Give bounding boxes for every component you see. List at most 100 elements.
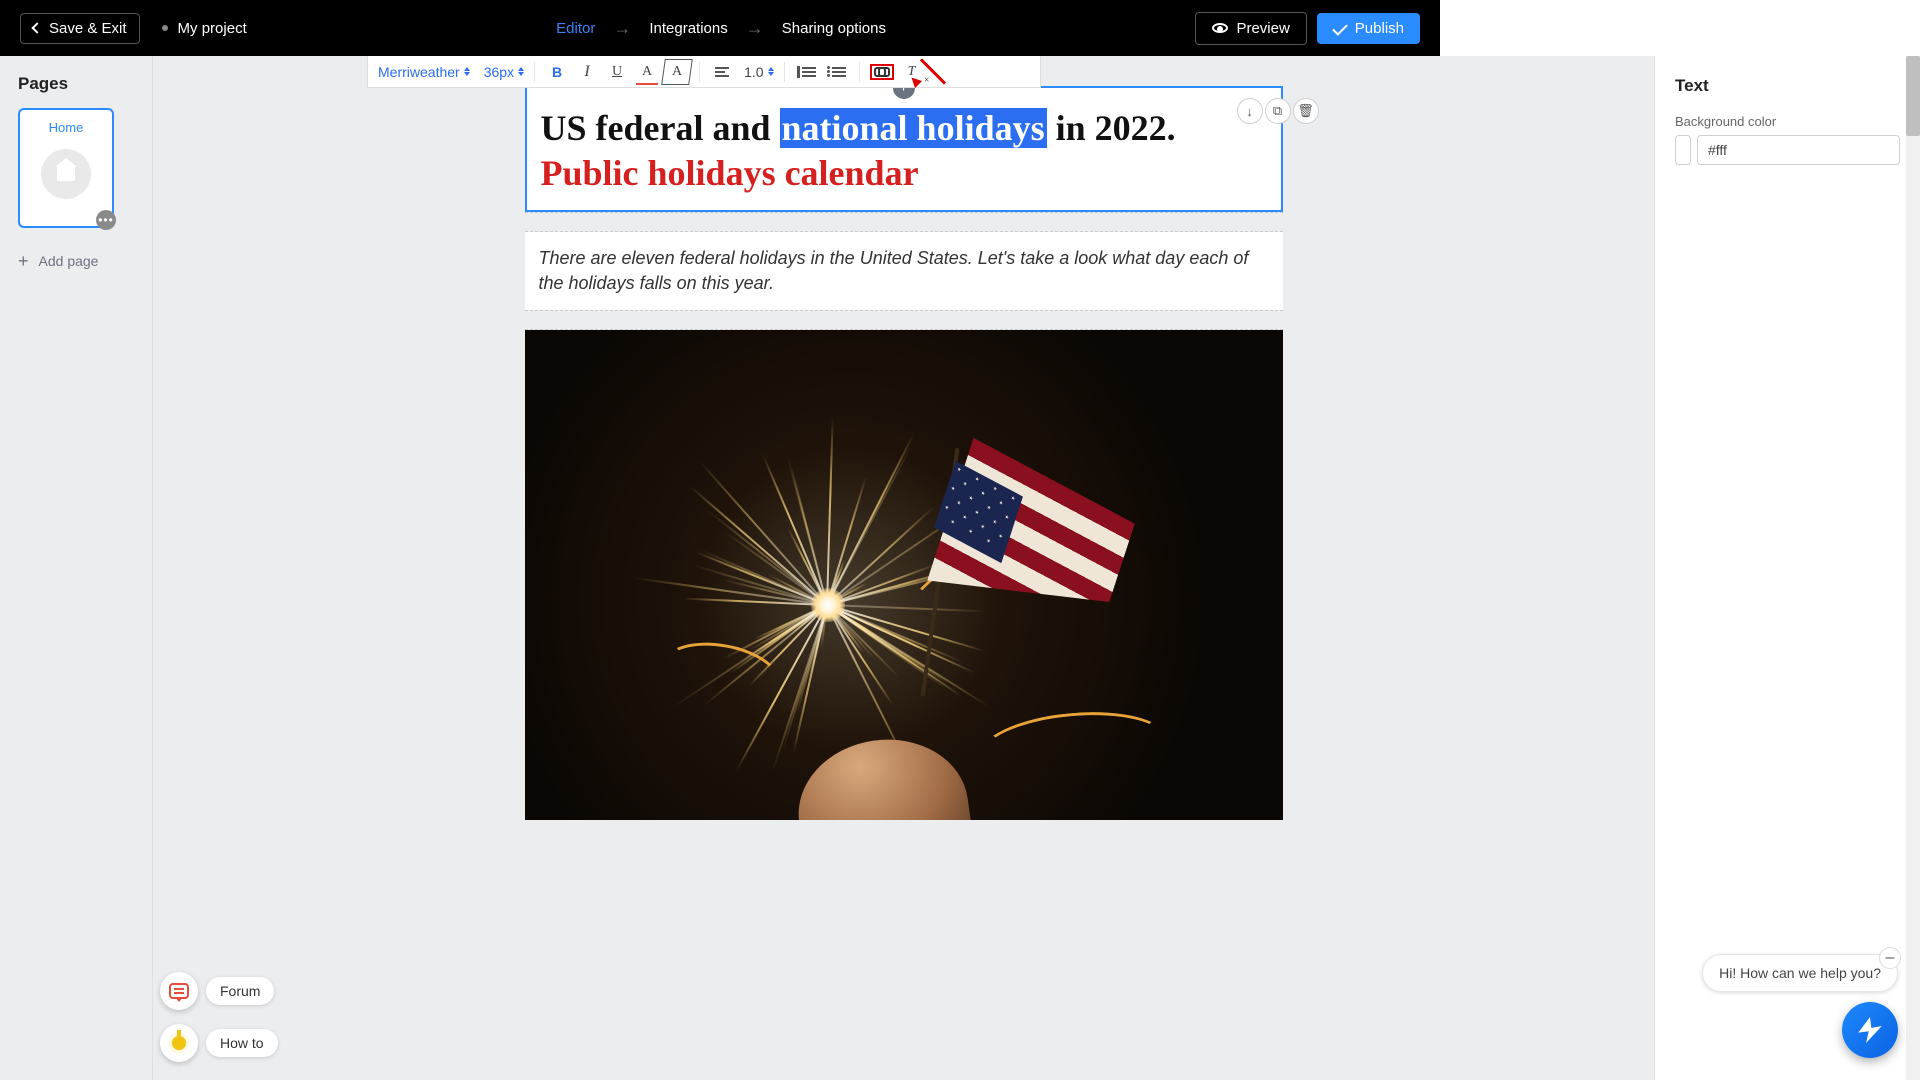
font-size-select[interactable]: 36px bbox=[484, 64, 524, 80]
sparkler-core bbox=[811, 588, 845, 622]
ordered-list-icon bbox=[798, 67, 816, 77]
publish-button[interactable]: Publish bbox=[1317, 13, 1420, 44]
save-exit-button[interactable]: Save & Exit bbox=[20, 13, 140, 44]
messenger-text: Hi! How can we help you? bbox=[1719, 965, 1881, 981]
project-name[interactable]: My project bbox=[162, 20, 247, 37]
link-button[interactable] bbox=[870, 64, 894, 80]
ordered-list-button[interactable] bbox=[795, 60, 819, 84]
caret-icon bbox=[768, 67, 774, 76]
add-page-button[interactable]: + Add page bbox=[18, 252, 134, 270]
check-icon bbox=[1332, 20, 1348, 36]
unsaved-dot-icon bbox=[162, 25, 168, 31]
bold-button[interactable]: B bbox=[545, 60, 569, 84]
link-icon bbox=[874, 67, 890, 77]
heading-block[interactable]: + ↓ ⧉ 🗑 US federal and national holidays… bbox=[525, 86, 1283, 212]
flag-graphic bbox=[941, 477, 1131, 662]
bgcolor-input[interactable] bbox=[1697, 135, 1900, 165]
chat-icon bbox=[169, 983, 189, 999]
preview-button[interactable]: Preview bbox=[1195, 12, 1306, 45]
nav-sharing[interactable]: Sharing options bbox=[782, 20, 886, 37]
messenger-widget: Hi! How can we help you? – bbox=[1702, 954, 1898, 1058]
h1-selected: national holidays bbox=[780, 108, 1047, 148]
pages-title: Pages bbox=[18, 74, 134, 94]
font-family-select[interactable]: Merriweather bbox=[378, 64, 470, 80]
vertical-scrollbar[interactable] bbox=[1906, 56, 1920, 1080]
bgcolor-swatch[interactable] bbox=[1675, 135, 1691, 165]
nav-arrow-icon: → bbox=[613, 18, 631, 39]
save-exit-label: Save & Exit bbox=[49, 20, 127, 37]
messenger-icon bbox=[1857, 1017, 1883, 1043]
intro-text: There are eleven federal holidays in the… bbox=[539, 248, 1249, 293]
bgcolor-row bbox=[1675, 135, 1900, 165]
toolbar-separator bbox=[784, 62, 785, 82]
font-size-value: 36px bbox=[484, 64, 514, 80]
chevron-left-icon bbox=[31, 22, 42, 33]
toolbar-separator bbox=[859, 62, 860, 82]
font-family-value: Merriweather bbox=[378, 64, 460, 80]
publish-label: Publish bbox=[1355, 20, 1404, 37]
text-color-button[interactable]: A bbox=[635, 60, 659, 84]
top-nav: Editor → Integrations → Sharing options bbox=[247, 18, 1196, 39]
lightbulb-icon bbox=[172, 1036, 186, 1050]
properties-title: Text bbox=[1675, 76, 1900, 96]
text-toolbar: Merriweather 36px B I U A A 1.0 T bbox=[367, 56, 1041, 88]
block-actions: ↓ ⧉ 🗑 bbox=[1237, 98, 1319, 124]
messenger-greeting[interactable]: Hi! How can we help you? – bbox=[1702, 954, 1898, 992]
howto-icon-wrap bbox=[160, 1024, 198, 1062]
italic-button[interactable]: I bbox=[575, 60, 599, 84]
pages-sidebar: Pages Home ••• + Add page bbox=[0, 56, 153, 1080]
canvas-content: + ↓ ⧉ 🗑 US federal and national holidays… bbox=[525, 86, 1283, 1080]
preview-label: Preview bbox=[1236, 20, 1289, 37]
align-left-icon bbox=[715, 67, 729, 77]
h1-post: in 2022. bbox=[1047, 108, 1176, 148]
eye-icon bbox=[1212, 23, 1228, 33]
properties-panel: Text Background color bbox=[1654, 56, 1920, 1080]
line-height-value: 1.0 bbox=[744, 64, 763, 80]
heading-text[interactable]: US federal and national holidays in 2022… bbox=[541, 106, 1267, 196]
caret-icon bbox=[518, 67, 524, 76]
block-gap[interactable] bbox=[525, 310, 1283, 330]
unordered-list-button[interactable] bbox=[825, 60, 849, 84]
forum-label: Forum bbox=[206, 977, 274, 1005]
page-thumbnail-home[interactable]: Home ••• bbox=[18, 108, 114, 228]
plus-icon: + bbox=[18, 252, 29, 270]
clear-format-button[interactable]: T bbox=[900, 60, 924, 84]
editor-canvas: + ↓ ⧉ 🗑 US federal and national holidays… bbox=[153, 56, 1654, 1080]
project-name-label: My project bbox=[178, 20, 247, 37]
nav-editor[interactable]: Editor bbox=[556, 20, 595, 37]
messenger-minimize-button[interactable]: – bbox=[1879, 947, 1901, 969]
forum-chip[interactable]: Forum bbox=[160, 972, 278, 1010]
top-bar: Save & Exit My project Editor → Integrat… bbox=[0, 0, 1440, 56]
forum-icon-wrap bbox=[160, 972, 198, 1010]
scrollbar-thumb[interactable] bbox=[1906, 56, 1920, 136]
h1-pre: US federal and bbox=[541, 108, 780, 148]
bgcolor-label: Background color bbox=[1675, 114, 1900, 129]
nav-arrow-icon: → bbox=[746, 18, 764, 39]
add-page-label: Add page bbox=[39, 253, 99, 269]
nav-integrations[interactable]: Integrations bbox=[649, 20, 727, 37]
line-height-select[interactable]: 1.0 bbox=[744, 64, 773, 80]
unordered-list-icon bbox=[828, 67, 846, 77]
toolbar-separator bbox=[699, 62, 700, 82]
howto-chip[interactable]: How to bbox=[160, 1024, 278, 1062]
page-thumb-label: Home bbox=[20, 120, 112, 135]
h1-line2: Public holidays calendar bbox=[541, 153, 919, 193]
caret-icon bbox=[464, 67, 470, 76]
intro-block[interactable]: There are eleven federal holidays in the… bbox=[525, 232, 1283, 310]
underline-button[interactable]: U bbox=[605, 60, 629, 84]
help-chips: Forum How to bbox=[160, 972, 278, 1062]
move-block-down-button[interactable]: ↓ bbox=[1237, 98, 1263, 124]
howto-label: How to bbox=[206, 1029, 278, 1057]
home-thumb-icon bbox=[41, 149, 91, 199]
delete-block-button[interactable]: 🗑 bbox=[1293, 98, 1319, 124]
duplicate-block-button[interactable]: ⧉ bbox=[1265, 98, 1291, 124]
image-block[interactable] bbox=[525, 330, 1283, 820]
toolbar-separator bbox=[534, 62, 535, 82]
text-highlight-button[interactable]: A bbox=[665, 60, 689, 84]
page-options-button[interactable]: ••• bbox=[96, 210, 116, 230]
main-area: Pages Home ••• + Add page + ↓ ⧉ 🗑 US fed… bbox=[0, 56, 1920, 1080]
house-icon bbox=[57, 167, 75, 181]
messenger-fab[interactable] bbox=[1842, 1002, 1898, 1058]
block-gap[interactable] bbox=[525, 212, 1283, 232]
align-button[interactable] bbox=[710, 60, 734, 84]
